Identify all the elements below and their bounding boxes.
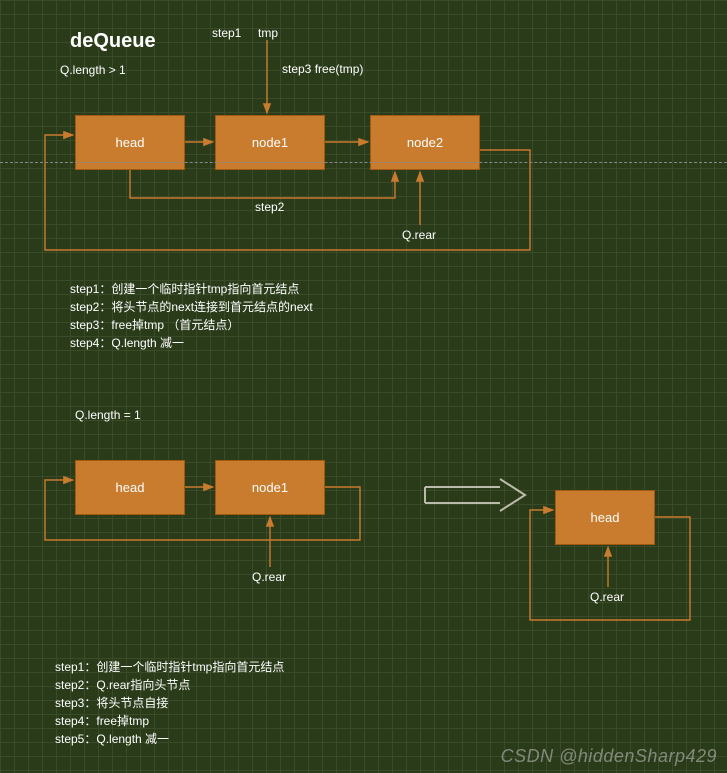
node-node1-2: node1 <box>215 460 325 515</box>
steps-list-2: step1：创建一个临时指针tmp指向首元结点 step2：Q.rear指向头节… <box>55 658 284 748</box>
s2-step1: step1：创建一个临时指针tmp指向首元结点 <box>55 658 284 676</box>
node-head-2-label: head <box>116 480 145 495</box>
node-node1-1-label: node1 <box>252 135 288 150</box>
transform-arrow-icon <box>420 475 530 515</box>
label-step1: step1 <box>212 26 241 40</box>
step3-text: step3：free掉tmp （首元结点） <box>70 316 313 334</box>
label-qrear-2-left: Q.rear <box>252 570 286 584</box>
s2-step3: step3：将头节点自接 <box>55 694 284 712</box>
step2-text: step2：将头节点的next连接到首元结点的next <box>70 298 313 316</box>
node-head-2: head <box>75 460 185 515</box>
node-node1-2-label: node1 <box>252 480 288 495</box>
step1-text: step1：创建一个临时指针tmp指向首元结点 <box>70 280 313 298</box>
label-step2: step2 <box>255 200 284 214</box>
s2-step2: step2：Q.rear指向头节点 <box>55 676 284 694</box>
dashed-divider <box>0 162 727 163</box>
watermark: CSDN @hiddenSharp429 <box>501 746 717 767</box>
diagram-title: deQueue <box>70 30 156 53</box>
node-head-after: head <box>555 490 655 545</box>
s2-step4: step4：free掉tmp <box>55 712 284 730</box>
s2-step5: step5：Q.length 减一 <box>55 730 284 748</box>
condition-1: Q.length > 1 <box>60 63 126 77</box>
node-head-1-label: head <box>116 135 145 150</box>
steps-list-1: step1：创建一个临时指针tmp指向首元结点 step2：将头节点的next连… <box>70 280 313 352</box>
condition-2: Q.length = 1 <box>75 408 141 422</box>
label-tmp: tmp <box>258 26 278 40</box>
step4-text: step4：Q.length 减一 <box>70 334 313 352</box>
label-qrear-2-right: Q.rear <box>590 590 624 604</box>
node-node2-1-label: node2 <box>407 135 443 150</box>
label-qrear-1: Q.rear <box>402 228 436 242</box>
node-head-after-label: head <box>591 510 620 525</box>
label-step3: step3 free(tmp) <box>282 62 363 76</box>
